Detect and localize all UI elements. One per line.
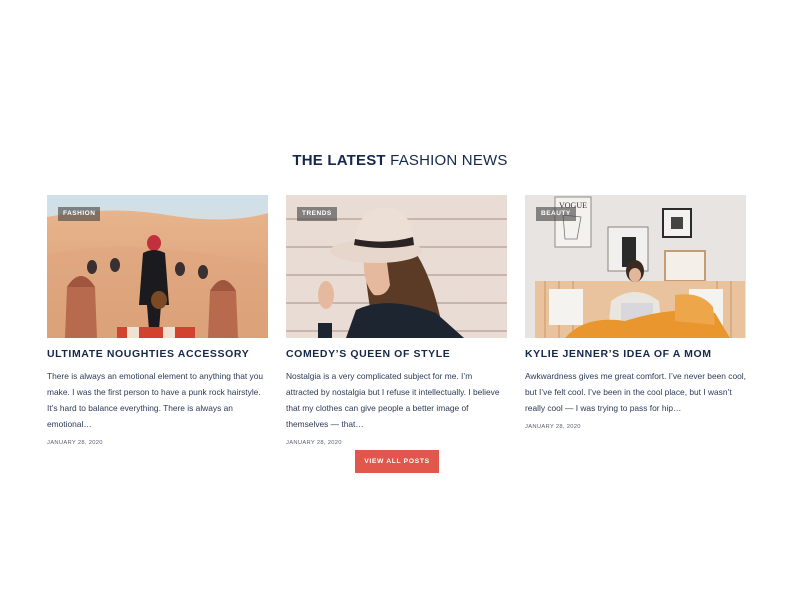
posts-grid: FASHION ULTIMATE NOUGHTIES ACCESSORY The… bbox=[47, 195, 747, 446]
post-title[interactable]: COMEDY’S QUEEN OF STYLE bbox=[286, 348, 507, 360]
post-title[interactable]: ULTIMATE NOUGHTIES ACCESSORY bbox=[47, 348, 268, 360]
post-date: JANUARY 28, 2020 bbox=[286, 440, 342, 446]
view-all-posts-button[interactable]: VIEW ALL POSTS bbox=[355, 450, 439, 473]
post-thumbnail[interactable]: FASHION bbox=[47, 195, 268, 338]
post-date: JANUARY 28, 2020 bbox=[525, 424, 581, 430]
post-thumbnail[interactable]: VOGUE BEAUTY bbox=[525, 195, 746, 338]
category-badge[interactable]: TRENDS bbox=[297, 207, 337, 221]
category-badge[interactable]: BEAUTY bbox=[536, 207, 576, 221]
section-title-light: FASHION NEWS bbox=[390, 152, 508, 169]
post-card: VOGUE BEAUTY KYLIE JENNER’S IDEA OF A MO… bbox=[525, 195, 746, 430]
post-excerpt: Awkwardness gives me great comfort. I’ve… bbox=[525, 371, 746, 413]
category-badge[interactable]: FASHION bbox=[58, 207, 101, 221]
section-title-strong: THE LATEST bbox=[292, 152, 386, 169]
post-title[interactable]: KYLIE JENNER’S IDEA OF A MOM bbox=[525, 348, 746, 360]
section-title: THE LATEST FASHION NEWS bbox=[0, 152, 800, 169]
post-excerpt: There is always an emotional element to … bbox=[47, 371, 264, 429]
post-excerpt: Nostalgia is a very complicated subject … bbox=[286, 371, 500, 429]
post-card: TRENDS COMEDY’S QUEEN OF STYLE Nostalgia… bbox=[286, 195, 507, 446]
post-card: FASHION ULTIMATE NOUGHTIES ACCESSORY The… bbox=[47, 195, 268, 446]
post-thumbnail[interactable]: TRENDS bbox=[286, 195, 507, 338]
post-date: JANUARY 28, 2020 bbox=[47, 440, 103, 446]
